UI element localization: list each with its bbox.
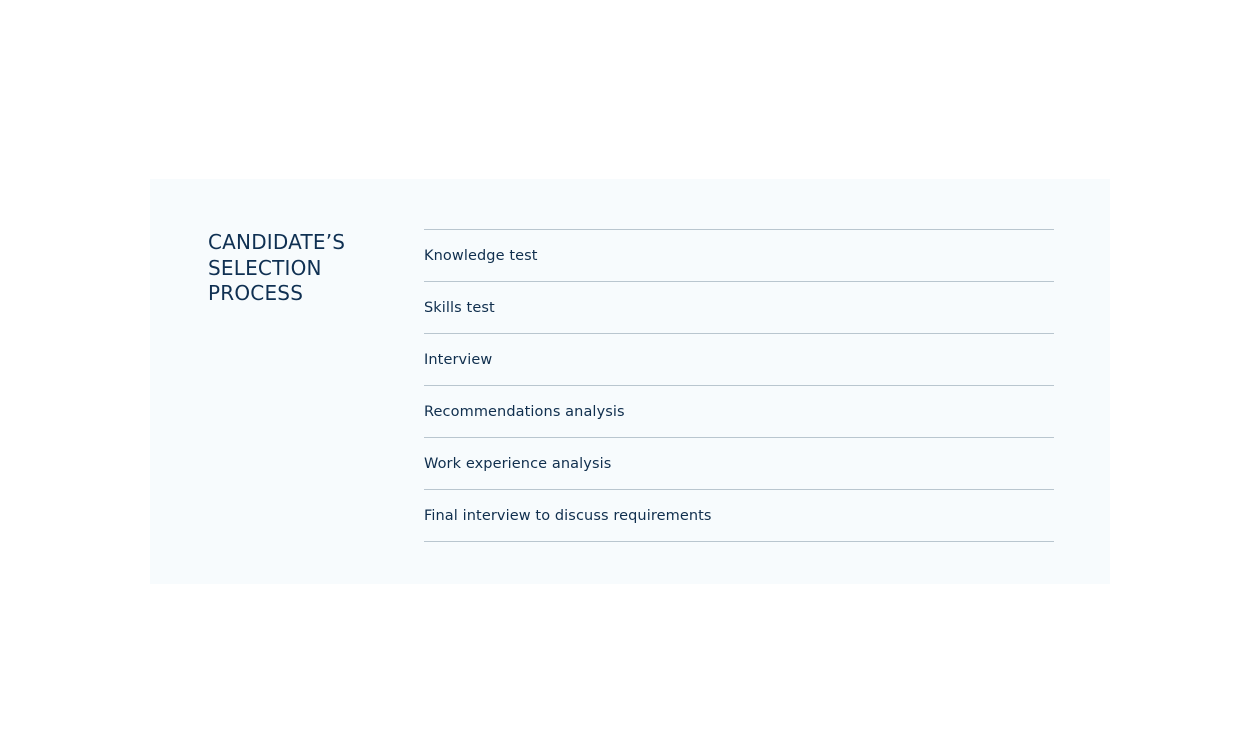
section-title-line: PROCESS [208, 281, 304, 305]
step-final-interview: Final interview to discuss requirements [424, 490, 1054, 542]
step-interview: Interview [424, 334, 1054, 386]
selection-steps-list: Knowledge test Skills test Interview Rec… [424, 229, 1054, 542]
step-recommendations-analysis: Recommendations analysis [424, 386, 1054, 438]
step-skills-test: Skills test [424, 282, 1054, 334]
section-title: CANDIDATE’S SELECTION PROCESS [208, 230, 378, 307]
section-title-line: CANDIDATE’S [208, 230, 346, 254]
step-knowledge-test: Knowledge test [424, 230, 1054, 282]
step-work-experience-analysis: Work experience analysis [424, 438, 1054, 490]
selection-process-card: CANDIDATE’S SELECTION PROCESS Knowledge … [150, 179, 1110, 584]
section-title-line: SELECTION [208, 255, 322, 280]
